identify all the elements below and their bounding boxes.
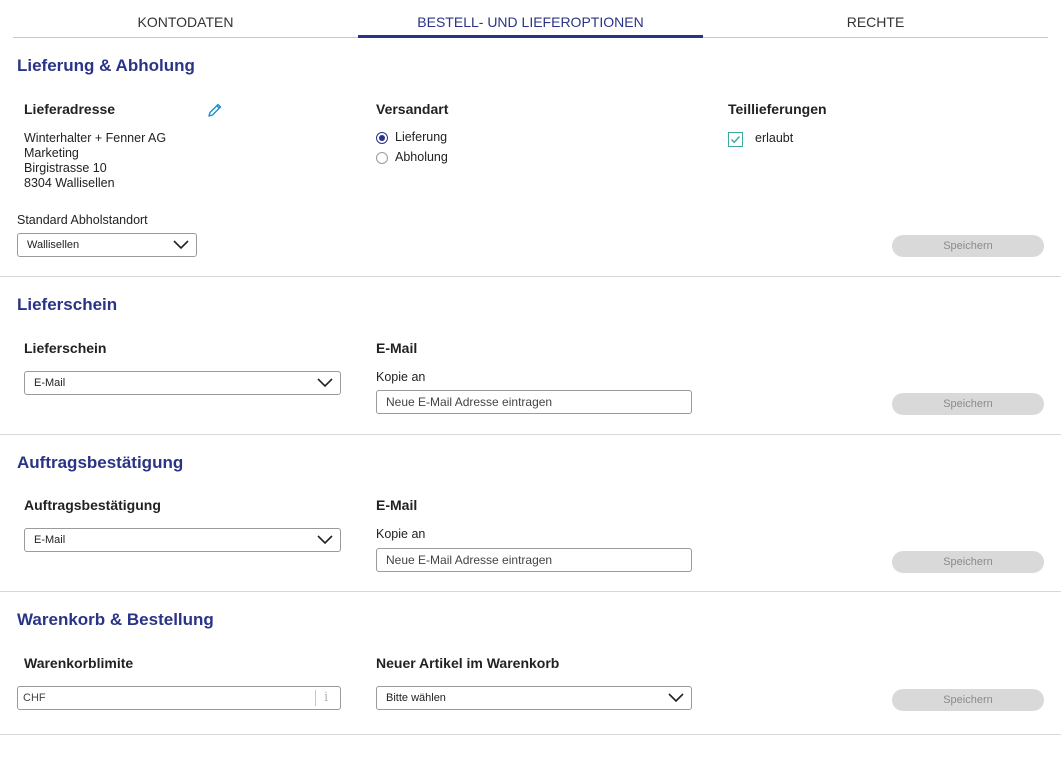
tab-kontodaten[interactable]: KONTODATEN — [13, 0, 358, 38]
lieferschein-email-label: E-Mail — [376, 340, 418, 356]
save-button-lieferung[interactable]: Speichern — [892, 235, 1044, 257]
auftrag-email-input[interactable]: Neue E-Mail Adresse eintragen — [376, 548, 692, 572]
neuer-artikel-label: Neuer Artikel im Warenkorb — [376, 655, 560, 671]
teillieferungen-checkbox-label: erlaubt — [755, 131, 794, 145]
section-divider — [0, 734, 1061, 735]
save-button-warenkorb[interactable]: Speichern — [892, 689, 1044, 711]
teillieferungen-label: Teillieferungen — [728, 101, 827, 117]
section-title-lieferschein: Lieferschein — [17, 295, 118, 314]
address-line-city: 8304 Wallisellen — [24, 176, 115, 190]
lieferschein-select-value: E-Mail — [34, 377, 66, 389]
save-button-lieferschein[interactable]: Speichern — [892, 393, 1044, 415]
tab-bestell-lieferoptionen[interactable]: BESTELL- UND LIEFEROPTIONEN — [358, 0, 703, 38]
auftrag-copy-label: Kopie an — [376, 527, 426, 541]
warenkorblimite-label: Warenkorblimite — [24, 655, 134, 671]
radio-lieferung[interactable] — [376, 132, 388, 144]
chevron-down-icon — [173, 240, 189, 250]
versandart-label: Versandart — [376, 101, 449, 117]
section-title-warenkorb: Warenkorb & Bestellung — [17, 610, 214, 629]
input-separator — [315, 690, 316, 706]
standort-label: Standard Abholstandort — [17, 213, 148, 227]
auftrag-select[interactable]: E-Mail — [24, 528, 341, 552]
auftrag-email-placeholder: Neue E-Mail Adresse eintragen — [386, 553, 553, 567]
tab-rechte[interactable]: RECHTE — [703, 0, 1048, 38]
radio-abholung-label: Abholung — [395, 150, 448, 164]
pencil-icon[interactable] — [207, 102, 223, 118]
address-line-company: Winterhalter + Fenner AG — [24, 131, 167, 145]
chevron-down-icon — [317, 535, 333, 545]
save-button-auftrag[interactable]: Speichern — [892, 551, 1044, 573]
warenkorblimite-input[interactable]: CHF i — [17, 686, 341, 710]
lieferadresse-label: Lieferadresse — [24, 101, 116, 117]
chevron-down-icon — [317, 378, 333, 388]
address-line-department: Marketing — [24, 146, 79, 160]
warenkorblimite-currency: CHF — [23, 692, 46, 704]
auftrag-email-label: E-Mail — [376, 497, 418, 513]
lieferschein-email-input[interactable]: Neue E-Mail Adresse eintragen — [376, 390, 692, 414]
section-divider — [0, 591, 1061, 592]
auftrag-select-value: E-Mail — [34, 534, 66, 546]
info-icon[interactable]: i — [324, 687, 328, 709]
radio-abholung[interactable] — [376, 152, 388, 164]
address-line-street: Birgistrasse 10 — [24, 161, 107, 175]
neuer-artikel-select-value: Bitte wählen — [386, 692, 446, 704]
section-divider — [0, 434, 1061, 435]
radio-lieferung-label: Lieferung — [395, 130, 448, 144]
chevron-down-icon — [668, 693, 684, 703]
section-title-auftrag: Auftragsbestätigung — [17, 453, 184, 472]
section-title-lieferung: Lieferung & Abholung — [17, 56, 195, 75]
checkmark-icon — [730, 136, 741, 144]
lieferschein-copy-label: Kopie an — [376, 370, 426, 384]
standort-select[interactable]: Wallisellen — [17, 233, 197, 257]
neuer-artikel-select[interactable]: Bitte wählen — [376, 686, 692, 710]
lieferschein-email-placeholder: Neue E-Mail Adresse eintragen — [386, 395, 553, 409]
tab-bar: KONTODATEN BESTELL- UND LIEFEROPTIONEN R… — [13, 0, 1048, 38]
section-divider — [0, 276, 1061, 277]
lieferschein-select[interactable]: E-Mail — [24, 371, 341, 395]
teillieferungen-checkbox[interactable] — [728, 132, 743, 147]
auftrag-label: Auftragsbestätigung — [24, 497, 161, 513]
lieferschein-label: Lieferschein — [24, 340, 107, 356]
standort-select-value: Wallisellen — [27, 239, 80, 251]
